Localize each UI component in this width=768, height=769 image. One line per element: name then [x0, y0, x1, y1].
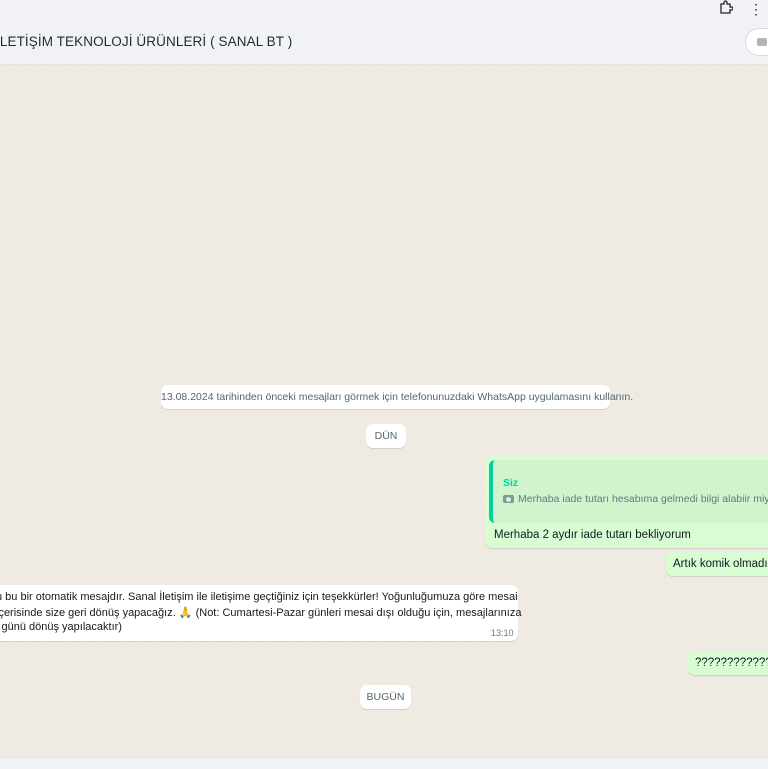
chat-messages-area[interactable] — [0, 65, 768, 768]
quoted-text-content: Merhaba iade tutarı hesabıma gelmedi bil… — [518, 493, 768, 505]
incoming-line-2-text: içerisinde size geri dönüş yapacağız. — [0, 607, 176, 619]
outgoing-message-second-text: Artık komik olmadı m — [673, 558, 768, 570]
outgoing-message-reply-text: Merhaba 2 aydır iade tutarı bekliyorum — [494, 529, 691, 541]
puzzle-icon[interactable] — [716, 0, 736, 18]
date-divider-label: BUGÜN — [366, 691, 405, 703]
chat-header[interactable]: İLETİŞİM TEKNOLOJİ ÜRÜNLERİ ( SANAL BT ) — [0, 20, 768, 65]
incoming-line-2-rest: (Not: Cumartesi-Pazar günleri mesai dışı… — [192, 607, 522, 619]
video-call-icon — [757, 38, 767, 46]
outgoing-message-text: Merhaba 2 aydır iade tutarı bekliyorum — [494, 529, 691, 541]
date-divider-yesterday: DÜN — [366, 424, 406, 448]
incoming-line-2: içerisinde size geri dönüş yapacağız. 🙏 … — [0, 606, 521, 619]
header-action-button[interactable] — [745, 28, 768, 56]
browser-toolbar: ⋮ — [0, 0, 768, 20]
outgoing-message-second[interactable]: Artık komik olmadı m — [666, 552, 768, 576]
chat-title[interactable]: İLETİŞİM TEKNOLOJİ ÜRÜNLERİ ( SANAL BT ) — [0, 34, 292, 49]
camera-icon — [503, 495, 514, 503]
date-divider-today: BUGÜN — [360, 685, 411, 709]
system-notice-text: 13.08.2024 tarihinden önceki mesajları g… — [161, 391, 634, 403]
pray-emoji-icon: 🙏 — [178, 607, 193, 619]
outgoing-message-question[interactable]: ?????????????? — [688, 651, 768, 675]
message-timestamp: 13:10 — [491, 628, 514, 638]
date-divider-label: DÜN — [374, 430, 398, 442]
message-composer-edge — [0, 757, 768, 769]
kebab-menu-icon[interactable]: ⋮ — [746, 0, 766, 18]
incoming-line-1: u bu bir otomatik mesajdır. Sanal İletiş… — [0, 591, 518, 603]
incoming-line-3: i günü dönüş yapılacaktır) — [0, 621, 122, 633]
system-notice: 13.08.2024 tarihinden önceki mesajları g… — [161, 385, 633, 409]
quoted-author: Siz — [503, 477, 519, 489]
quoted-text: Merhaba iade tutarı hesabıma gelmedi bil… — [503, 493, 768, 505]
puzzle-icon-graphic — [720, 0, 734, 14]
incoming-message-auto-reply[interactable]: u bu bir otomatik mesajdır. Sanal İletiş… — [0, 585, 521, 641]
outgoing-message-question-text: ?????????????? — [695, 657, 768, 669]
quoted-message[interactable]: Siz Merhaba iade tutarı hesabıma gelmedi… — [489, 460, 768, 523]
